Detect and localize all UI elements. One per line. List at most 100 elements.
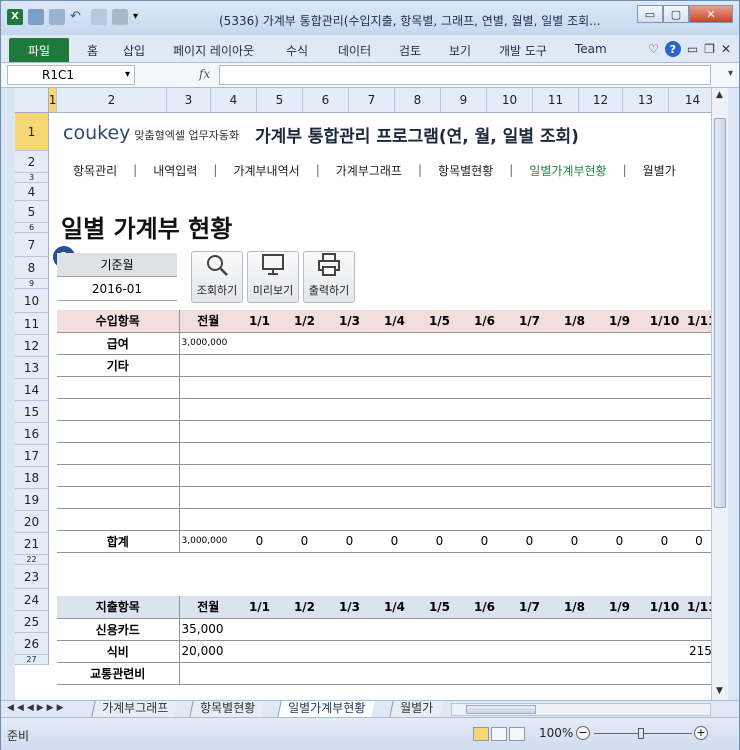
table-cell[interactable]: [417, 332, 462, 355]
total-cell[interactable]: 0: [507, 530, 552, 553]
table-cell[interactable]: [417, 420, 462, 443]
table-cell[interactable]: [687, 486, 711, 509]
table-cell[interactable]: [597, 662, 642, 685]
nav-item-graph[interactable]: 가계부그래프: [320, 162, 418, 179]
table-cell[interactable]: [642, 508, 687, 531]
ribbon-minimize-icon[interactable]: ▭: [687, 42, 698, 56]
table-cell[interactable]: [57, 486, 180, 509]
vertical-scrollbar[interactable]: ▲ ▼: [711, 88, 728, 700]
table-cell[interactable]: [552, 464, 597, 487]
table-cell[interactable]: [462, 442, 507, 465]
table-cell[interactable]: [462, 420, 507, 443]
table-cell[interactable]: [179, 464, 237, 487]
table-cell[interactable]: [282, 486, 327, 509]
table-cell[interactable]: [327, 332, 372, 355]
table-cell[interactable]: [642, 332, 687, 355]
customize-toolbar-icon[interactable]: ▾: [133, 9, 149, 25]
print-button[interactable]: 출력하기: [303, 251, 355, 303]
table-cell[interactable]: [507, 442, 552, 465]
table-cell[interactable]: [282, 354, 327, 377]
formula-input[interactable]: [219, 65, 711, 85]
table-cell[interactable]: [179, 486, 237, 509]
table-cell[interactable]: [282, 420, 327, 443]
total-cell[interactable]: 0: [237, 530, 282, 553]
column-header[interactable]: 5: [257, 88, 303, 113]
row-header[interactable]: 27: [15, 655, 49, 665]
column-header[interactable]: 4: [211, 88, 257, 113]
table-cell[interactable]: [507, 640, 552, 663]
table-cell[interactable]: [372, 442, 417, 465]
total-cell[interactable]: 0: [642, 530, 687, 553]
heart-icon[interactable]: ♡: [648, 42, 659, 56]
sheet-tab-monthly[interactable]: 월별가: [389, 701, 443, 717]
table-cell[interactable]: [462, 464, 507, 487]
table-cell[interactable]: [417, 398, 462, 421]
row-header[interactable]: 3: [15, 173, 49, 183]
table-cell[interactable]: [237, 420, 282, 443]
nav-item-by-category[interactable]: 항목별현황: [422, 162, 509, 179]
column-header[interactable]: 8: [395, 88, 441, 113]
table-cell[interactable]: [372, 618, 417, 641]
table-cell[interactable]: [372, 376, 417, 399]
tab-team[interactable]: Team: [575, 42, 607, 56]
row-header[interactable]: 26: [15, 633, 49, 655]
table-cell[interactable]: [597, 618, 642, 641]
worksheet-grid[interactable]: 1 2 3 4 5 6 7 8 9 10 11 12 13 14 1 2 3 4 5 6 7 8 9 10 11 12 13 14 1…: [15, 88, 711, 700]
table-cell[interactable]: [552, 398, 597, 421]
row-header[interactable]: 20: [15, 511, 49, 533]
table-cell[interactable]: [552, 618, 597, 641]
table-cell[interactable]: [57, 508, 180, 531]
table-cell[interactable]: [179, 442, 237, 465]
zoom-out-icon[interactable]: −: [576, 726, 590, 740]
zoom-slider[interactable]: − +: [576, 725, 711, 743]
table-cell[interactable]: [552, 332, 597, 355]
total-cell[interactable]: 합계: [57, 530, 180, 553]
table-cell[interactable]: [642, 376, 687, 399]
row-header[interactable]: 8: [15, 257, 49, 279]
table-cell[interactable]: [642, 354, 687, 377]
table-cell[interactable]: [642, 640, 687, 663]
table-cell[interactable]: [462, 508, 507, 531]
nav-item-management[interactable]: 항목관리: [57, 162, 133, 179]
table-cell[interactable]: [687, 442, 711, 465]
sheet-tab-daily[interactable]: 일별가계부현황: [277, 701, 375, 717]
select-all-corner[interactable]: [15, 88, 49, 113]
table-cell[interactable]: [282, 640, 327, 663]
vertical-scroll-thumb[interactable]: [714, 118, 726, 508]
table-cell[interactable]: [417, 618, 462, 641]
total-cell[interactable]: 0: [552, 530, 597, 553]
table-cell[interactable]: [597, 486, 642, 509]
table-cell[interactable]: [282, 332, 327, 355]
table-cell[interactable]: [327, 486, 372, 509]
table-cell[interactable]: [179, 398, 237, 421]
undo-icon[interactable]: ↶: [70, 9, 86, 25]
total-cell[interactable]: 0: [282, 530, 327, 553]
row-header[interactable]: 9: [15, 279, 49, 289]
table-cell[interactable]: [507, 486, 552, 509]
table-cell[interactable]: [237, 618, 282, 641]
column-header[interactable]: 9: [441, 88, 487, 113]
table-cell[interactable]: [327, 354, 372, 377]
picture-icon[interactable]: [49, 9, 65, 25]
table-cell[interactable]: [507, 464, 552, 487]
table-cell[interactable]: [642, 662, 687, 685]
calculator-icon[interactable]: [91, 9, 107, 25]
row-header[interactable]: 16: [15, 423, 49, 445]
table-cell[interactable]: [597, 420, 642, 443]
table-cell[interactable]: [327, 376, 372, 399]
formula-expand-icon[interactable]: ▾: [728, 68, 733, 79]
table-cell[interactable]: [57, 464, 180, 487]
table-cell[interactable]: 교통관련비: [57, 662, 180, 685]
table-cell[interactable]: [179, 354, 237, 377]
table-cell[interactable]: [597, 442, 642, 465]
row-header[interactable]: 7: [15, 233, 49, 257]
table-cell[interactable]: [642, 442, 687, 465]
table-cell[interactable]: [282, 398, 327, 421]
table-cell[interactable]: [237, 662, 282, 685]
table-cell[interactable]: [372, 398, 417, 421]
total-cell[interactable]: 0: [372, 530, 417, 553]
row-header[interactable]: 25: [15, 611, 49, 633]
column-header[interactable]: 2: [57, 88, 167, 113]
preview-button[interactable]: 미리보기: [247, 251, 299, 303]
table-cell[interactable]: [687, 618, 711, 641]
